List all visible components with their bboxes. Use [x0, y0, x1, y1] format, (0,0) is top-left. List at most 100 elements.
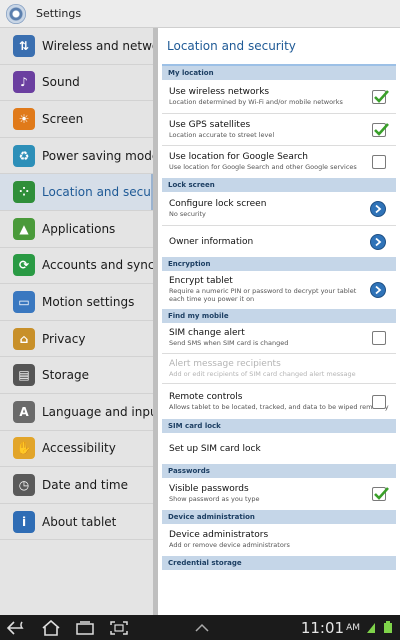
setting-remote-controls[interactable]: Remote controls Allows tablet to be locat…: [162, 384, 396, 419]
section-header: My location: [162, 66, 396, 80]
title-bar: Settings: [0, 0, 400, 28]
sidebar-item-label: Power saving mode: [42, 148, 153, 163]
screenshot-icon[interactable]: [102, 615, 136, 640]
location-security-panel: Location and security My location Use wir…: [158, 28, 400, 615]
section-header: SIM card lock: [162, 419, 396, 433]
setting-summary: Add or remove device administrators: [169, 541, 290, 550]
chevron-right-icon[interactable]: [370, 200, 386, 217]
setting-title: Use location for Google Search: [169, 152, 308, 163]
setting-configure-lock-screen[interactable]: Configure lock screen No security: [162, 192, 396, 226]
status-clock: 11:01 AM: [301, 615, 360, 640]
setting-title: Encrypt tablet: [169, 276, 233, 287]
setting-sim-change-alert[interactable]: SIM change alert Send SMS when SIM card i…: [162, 323, 396, 354]
sidebar-item-applications[interactable]: ▲ Applications: [0, 211, 153, 248]
system-navigation-bar: 11:01 AM: [0, 615, 400, 640]
signal-icon: [367, 622, 375, 633]
sidebar-item-label: Location and security: [42, 185, 153, 200]
sidebar-item-language[interactable]: A Language and input: [0, 394, 153, 431]
sidebar-item-label: Screen: [42, 111, 84, 126]
section-header: Find my mobile: [162, 309, 396, 323]
setting-title: Alert message recipients: [169, 358, 281, 369]
checkbox-unchecked[interactable]: [372, 155, 386, 169]
checkbox-unchecked[interactable]: [372, 331, 386, 345]
sidebar-item-label: Date and time: [42, 477, 128, 492]
setting-summary: Show password as you type: [169, 495, 260, 504]
sidebar-item-storage[interactable]: ▤ Storage: [0, 357, 153, 394]
status-time: 11:01: [300, 618, 345, 637]
storage-icon: ▤: [13, 364, 35, 387]
sidebar-item-accessibility[interactable]: ✋ Accessibility: [0, 431, 153, 468]
sidebar-item-label: Privacy: [42, 331, 86, 346]
sidebar-item-screen[interactable]: ☀ Screen: [0, 101, 153, 138]
recent-apps-icon[interactable]: [68, 615, 102, 640]
sidebar-item-location[interactable]: ⁘ Location and security: [0, 174, 153, 211]
home-icon[interactable]: [34, 615, 68, 640]
sidebar-item-accounts-sync[interactable]: ⟳ Accounts and sync: [0, 248, 153, 285]
section-header: Encryption: [162, 257, 396, 271]
setting-title: Owner information: [169, 236, 254, 247]
location-icon: ⁘: [13, 181, 35, 204]
setting-device-administrators[interactable]: Device administrators Add or remove devic…: [162, 524, 396, 556]
sidebar-item-label: Wireless and networks: [42, 38, 153, 53]
setting-owner-information[interactable]: Owner information: [162, 226, 396, 257]
setting-use-wireless-networks[interactable]: Use wireless networks Location determined…: [162, 80, 396, 114]
sidebar-item-label: Language and input: [42, 404, 153, 419]
setting-summary: Location accurate to street level: [169, 130, 275, 139]
setting-summary: Require a numeric PIN or password to dec…: [169, 287, 357, 303]
motion-icon: ▭: [13, 290, 35, 313]
privacy-icon: ⌂: [13, 327, 35, 350]
checkbox-checked[interactable]: [372, 89, 389, 104]
setting-title: Set up SIM card lock: [169, 443, 261, 454]
status-ampm: AM: [346, 622, 360, 633]
status-icons: [366, 620, 394, 635]
screen-icon: ☀: [13, 107, 35, 130]
sidebar-item-power-saving[interactable]: ♻ Power saving mode: [0, 138, 153, 175]
setting-set-up-sim-card-lock[interactable]: Set up SIM card lock: [162, 433, 396, 464]
chevron-right-icon[interactable]: [370, 282, 386, 298]
sidebar-item-wireless[interactable]: ⇅ Wireless and networks: [0, 28, 153, 65]
app-title: Settings: [36, 7, 82, 20]
sidebar-item-sound[interactable]: ♪ Sound: [0, 65, 153, 102]
checkbox-unchecked[interactable]: [372, 394, 386, 409]
section-header: Lock screen: [162, 178, 396, 192]
setting-title: Use GPS satellites: [169, 119, 251, 130]
sidebar-item-label: Accessibility: [42, 441, 116, 456]
accounts-sync-icon: ⟳: [13, 254, 35, 277]
settings-app-icon: [6, 3, 26, 24]
applications-icon: ▲: [13, 217, 35, 240]
setting-summary: Add or edit recipients of SIM card chang…: [169, 369, 356, 378]
setting-encrypt-tablet[interactable]: Encrypt tablet Require a numeric PIN or p…: [162, 271, 396, 309]
sidebar-item-privacy[interactable]: ⌂ Privacy: [0, 321, 153, 358]
checkbox-checked[interactable]: [372, 122, 389, 137]
section-header: Passwords: [162, 464, 396, 478]
sidebar-item-label: Accounts and sync: [42, 258, 153, 273]
sidebar-item-label: Sound: [42, 75, 80, 90]
sidebar-item-clock[interactable]: ◷ Date and time: [0, 467, 153, 504]
power-saving-icon: ♻: [13, 144, 35, 167]
chevron-up-icon[interactable]: [185, 615, 219, 640]
setting-use-gps-satellites[interactable]: Use GPS satellites Location accurate to s…: [162, 114, 396, 146]
setting-title: Configure lock screen: [169, 198, 267, 209]
setting-alert-message-recipients: Alert message recipients Add or edit reci…: [162, 354, 396, 384]
sidebar-item-info[interactable]: i About tablet: [0, 504, 153, 541]
battery-icon: [384, 621, 392, 633]
checkbox-checked[interactable]: [372, 487, 389, 501]
back-icon[interactable]: [0, 615, 34, 640]
section-header: Device administration: [162, 510, 396, 524]
chevron-right-icon[interactable]: [370, 233, 386, 250]
setting-summary: Use location for Google Search and other…: [169, 163, 357, 172]
info-icon: i: [13, 510, 35, 533]
accessibility-icon: ✋: [13, 437, 35, 460]
language-icon: A: [13, 400, 35, 423]
setting-title: Visible passwords: [169, 484, 249, 495]
wireless-icon: ⇅: [13, 34, 35, 57]
setting-summary: Send SMS when SIM card is changed: [169, 339, 289, 348]
setting-use-location-for-google-search[interactable]: Use location for Google Search Use locati…: [162, 146, 396, 178]
section-header: Credential storage: [162, 556, 396, 570]
panel-title: Location and security: [167, 39, 296, 53]
setting-summary: Allows tablet to be located, tracked, an…: [169, 402, 389, 411]
sidebar-item-motion[interactable]: ▭ Motion settings: [0, 284, 153, 321]
setting-visible-passwords[interactable]: Visible passwords Show password as you ty…: [162, 478, 396, 510]
setting-summary: Location determined by Wi-Fi and/or mobi…: [169, 97, 343, 106]
setting-title: Device administrators: [169, 530, 269, 541]
